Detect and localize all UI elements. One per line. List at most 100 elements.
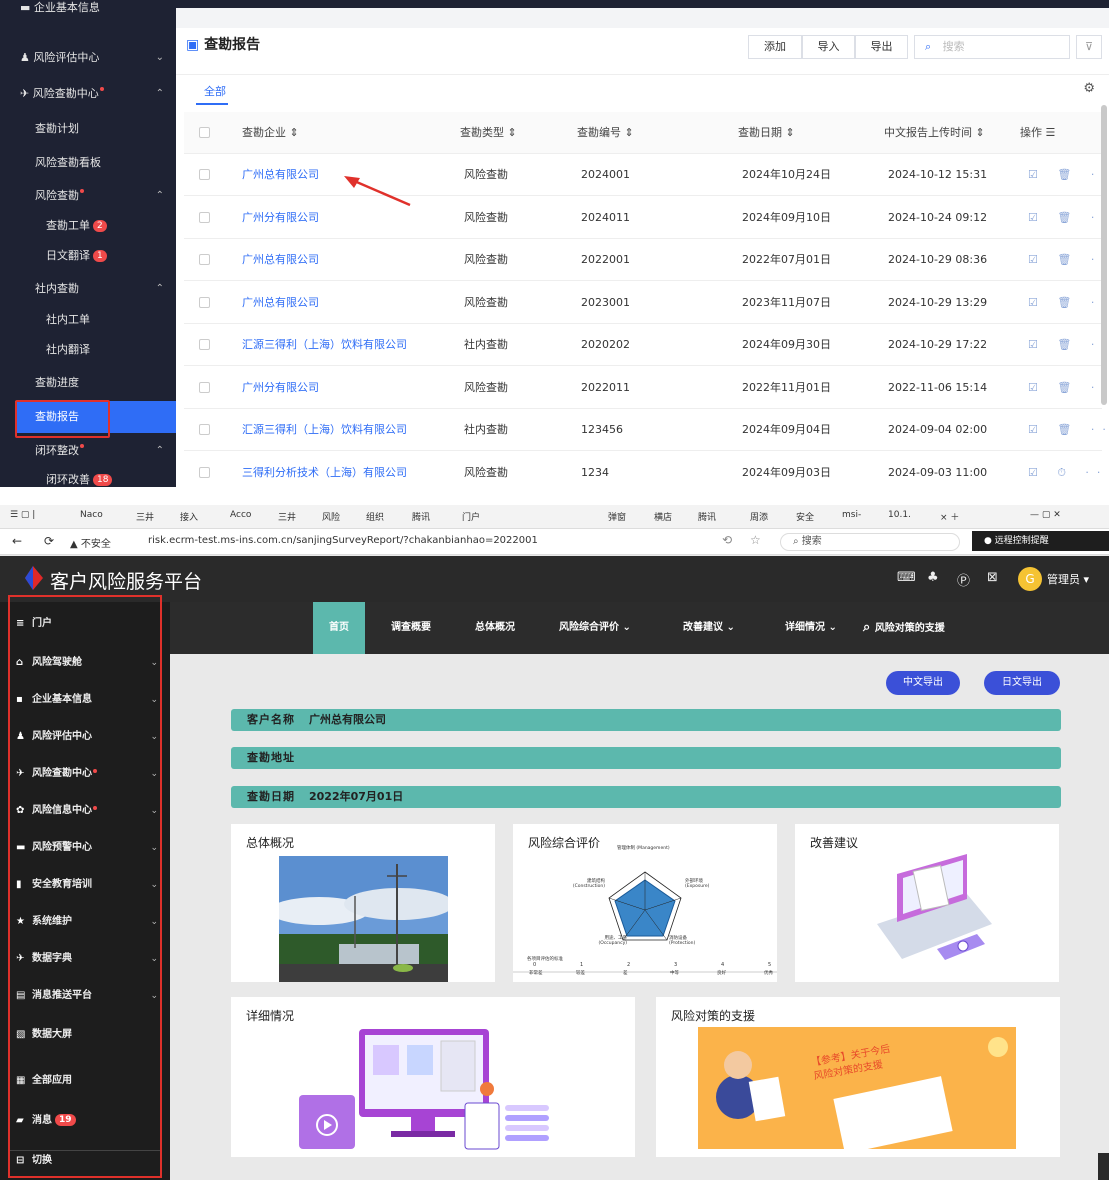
browser-tab[interactable]: 腾讯 — [698, 510, 716, 523]
browser-tab[interactable]: 组织 — [366, 510, 384, 523]
company-link[interactable]: 汇源三得利（上海）饮料有限公司 — [242, 409, 407, 451]
browser-tab[interactable]: 接入 — [180, 510, 198, 523]
row-actions[interactable]: ☑ 🗑 ··· — [1028, 367, 1109, 409]
column-header[interactable]: 操作 ☰ — [1020, 112, 1055, 154]
company-link[interactable]: 三得利分析技术（上海）有限公司 — [242, 452, 407, 488]
user-menu[interactable]: 管理员 ▾ — [1047, 571, 1089, 587]
table-row[interactable]: 广州分有限公司 风险查勘 2022011 2022年11月01日 2022-11-06 … — [184, 367, 1109, 409]
company-link[interactable]: 广州总有限公司 — [242, 282, 319, 324]
select-all-checkbox[interactable] — [199, 127, 210, 138]
company-link[interactable]: 广州总有限公司 — [242, 239, 319, 281]
sidebar-item[interactable]: 闭环改善 18 — [0, 464, 176, 487]
sidebar-item[interactable]: 风险查勘看板 — [0, 147, 176, 179]
nav-suggestion[interactable]: 改善建议 ⌄ — [683, 602, 735, 654]
browser-tab[interactable]: msi- — [842, 510, 861, 520]
table-row[interactable]: 汇源三得利（上海）饮料有限公司 社内查勘 123456 2024年09月04日 2024… — [184, 409, 1109, 451]
export-button[interactable]: 导出 — [855, 35, 908, 59]
column-header[interactable]: 查勘企业 ⇕ — [242, 112, 299, 154]
row-actions[interactable]: ☑ 🗑 ··· — [1028, 324, 1109, 366]
table-row[interactable]: 广州总有限公司 风险查勘 2022001 2022年07月01日 2024-10-29 … — [184, 239, 1109, 281]
org-icon[interactable]: ♣ — [927, 570, 939, 585]
card-evaluation[interactable]: 风险综合评价 管理体制 (Management) 外部环境 (Exposure)… — [513, 824, 777, 982]
nav-overview[interactable]: 总体概况 — [475, 602, 515, 654]
sidebar-item[interactable]: 查勘计划 — [0, 113, 176, 145]
import-button[interactable]: 导入 — [802, 35, 855, 59]
close-tab-icon[interactable]: × ＋ — [940, 510, 959, 523]
url-text[interactable]: risk.ecrm-test.ms-ins.com.cn/sanjingSurv… — [148, 535, 538, 546]
browser-search-input[interactable]: ⌕ 搜索 — [780, 533, 960, 551]
sidebar-item[interactable]: 社内查勘 ⌃ — [0, 273, 176, 305]
nav-detail[interactable]: 详细情况 ⌄ — [785, 602, 837, 654]
table-row[interactable]: 汇源三得利（上海）饮料有限公司 社内查勘 2020202 2024年09月30日 202… — [184, 324, 1109, 366]
browser-tab[interactable]: 横店 — [654, 510, 672, 523]
tab-all[interactable]: 全部 — [204, 83, 226, 99]
table-row[interactable]: 广州总有限公司 风险查勘 2023001 2023年11月07日 2024-10-29 … — [184, 282, 1109, 324]
table-row[interactable]: 三得利分析技术（上海）有限公司 风险查勘 1234 2024年09月03日 2024-0… — [184, 452, 1109, 488]
favorite-icon[interactable]: ☆ — [750, 533, 761, 547]
browser-menu-icon[interactable]: ☰ ▢ | — [10, 510, 35, 520]
nav-support[interactable]: ⌕ 风险对策的支援 — [863, 602, 945, 654]
sidebar-item[interactable]: 社内翻译 — [0, 334, 176, 366]
card-overview[interactable]: 总体概况 — [231, 824, 495, 982]
avatar[interactable]: G — [1018, 567, 1042, 591]
card-support[interactable]: 风险对策的支援 【参考】关于今后风险对策的支援 — [656, 997, 1060, 1157]
sidebar-item[interactable]: 风险查勘 ⌃ — [0, 180, 176, 212]
browser-tab[interactable]: 腾讯 — [412, 510, 430, 523]
chevron-up-icon[interactable]: ⌃ — [156, 180, 164, 212]
export-chinese-button[interactable]: 中文导出 — [886, 671, 960, 695]
remote-control-notice[interactable]: ● 远程控制提醒 — [972, 531, 1109, 551]
pin-icon[interactable]: Ⓟ — [957, 570, 970, 589]
fullscreen-icon[interactable]: ⊠ — [987, 570, 998, 585]
column-header[interactable]: 查勘类型 ⇕ — [460, 112, 517, 154]
filter-icon[interactable]: ⊽ — [1076, 35, 1102, 59]
sidebar-item[interactable]: 日文翻译 1 — [0, 240, 176, 272]
browser-tab[interactable]: 安全 — [796, 510, 814, 523]
sidebar-item[interactable]: 查勘进度 — [0, 367, 176, 399]
chevron-up-icon[interactable]: ⌃ — [156, 78, 164, 110]
table-row[interactable]: 广州分有限公司 风险查勘 2024011 2024年09月10日 2024-10-24 … — [184, 197, 1109, 239]
message-icon[interactable]: ⌨ — [897, 570, 916, 585]
column-header[interactable]: 查勘日期 ⇕ — [738, 112, 795, 154]
column-header[interactable]: 中文报告上传时间 ⇕ — [884, 112, 985, 154]
browser-tab[interactable]: 弹窗 — [608, 510, 626, 523]
browser-tab[interactable]: 周添 — [750, 510, 768, 523]
row-checkbox[interactable] — [199, 296, 210, 308]
chevron-down-icon[interactable]: ⌄ — [156, 42, 164, 74]
chevron-up-icon[interactable]: ⌃ — [156, 273, 164, 305]
sidebar-item[interactable]: 闭环整改 ⌃ — [0, 435, 176, 467]
browser-tab[interactable]: 风险 — [322, 510, 340, 523]
chevron-up-icon[interactable]: ⌃ — [156, 435, 164, 467]
row-actions[interactable]: ☑ 🗑 ··· — [1028, 409, 1109, 451]
sidebar-item[interactable]: 查勘工单 2 — [0, 210, 176, 242]
export-japanese-button[interactable]: 日文导出 — [984, 671, 1060, 695]
browser-tab[interactable]: Naco — [80, 510, 103, 520]
nav-risk-evaluation[interactable]: 风险综合评价 ⌄ — [559, 602, 631, 654]
row-actions[interactable]: ☑ 🗑 ··· — [1028, 197, 1109, 239]
company-link[interactable]: 广州总有限公司 — [242, 154, 319, 196]
row-actions[interactable]: ☑ 🗑 ··· — [1028, 239, 1109, 281]
card-suggestion[interactable]: 改善建议 — [795, 824, 1059, 982]
company-link[interactable]: 广州分有限公司 — [242, 367, 319, 409]
column-header[interactable]: 查勘编号 ⇕ — [577, 112, 634, 154]
row-checkbox[interactable] — [199, 211, 210, 223]
browser-tab[interactable]: 三井 — [136, 510, 154, 523]
browser-tab[interactable]: 门户 — [462, 510, 480, 523]
sidebar-item[interactable]: ▬ 企业基本信息 — [0, 0, 176, 24]
settings-icon[interactable]: ⚙ — [1083, 81, 1095, 96]
row-actions[interactable]: ☑ ⏱ ··· — [1028, 452, 1109, 488]
window-controls[interactable]: — ▢ ✕ — [1030, 510, 1061, 520]
row-checkbox[interactable] — [199, 381, 210, 393]
add-button[interactable]: 添加 — [748, 35, 802, 59]
table-row[interactable]: 广州总有限公司 风险查勘 2024001 2024年10月24日 2024-10-12 … — [184, 154, 1109, 196]
row-checkbox[interactable] — [199, 424, 210, 435]
translate-icon[interactable]: ⟲ — [722, 533, 732, 547]
row-checkbox[interactable] — [199, 169, 210, 180]
sidebar-item[interactable]: ✈ 风险查勘中心 ⌃ — [0, 78, 176, 110]
row-actions[interactable]: ☑ 🗑 ··· — [1028, 154, 1109, 196]
row-checkbox[interactable] — [199, 466, 210, 478]
row-actions[interactable]: ☑ 🗑 ··· — [1028, 282, 1109, 324]
search-input[interactable]: ⌕ 搜索 — [914, 35, 1070, 59]
row-checkbox[interactable] — [199, 254, 210, 265]
back-icon[interactable]: ← — [12, 534, 22, 548]
browser-tab[interactable]: Acco — [230, 510, 251, 520]
